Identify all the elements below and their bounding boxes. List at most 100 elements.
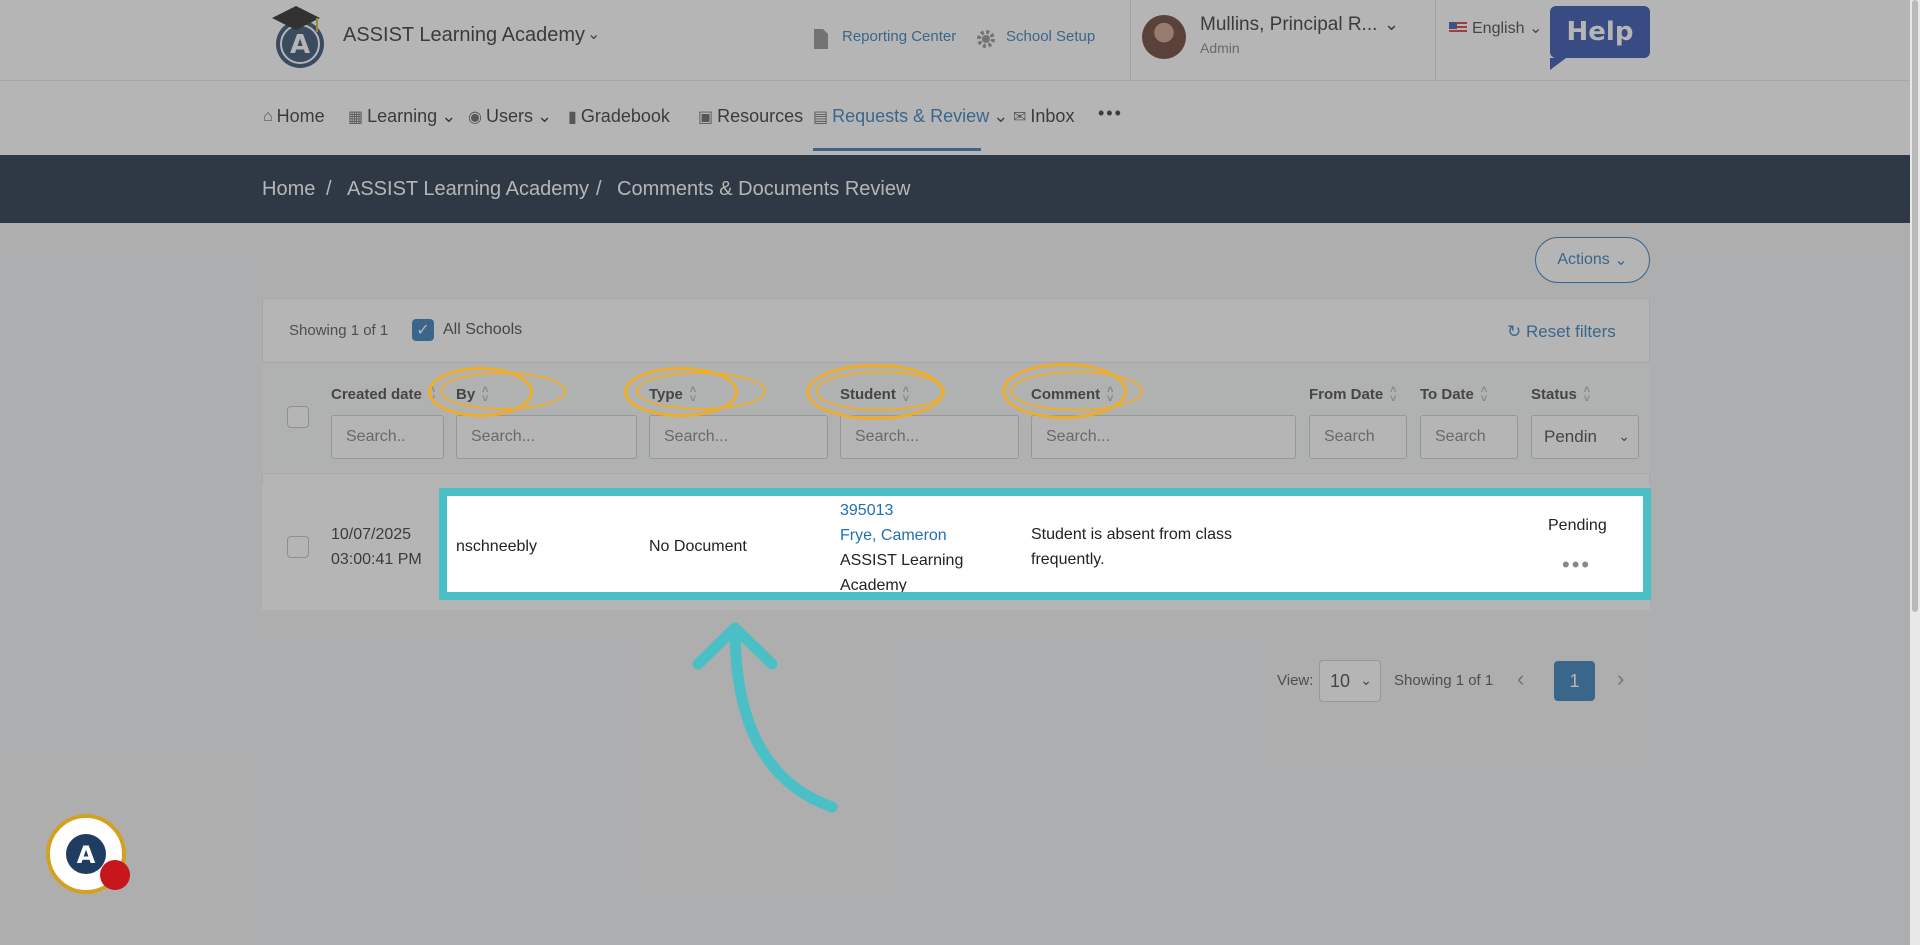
breadcrumb-home[interactable]: Home: [262, 178, 315, 201]
reset-filters-label: Reset filters: [1525, 322, 1616, 341]
to-date-search-input[interactable]: [1420, 415, 1518, 459]
notification-dot: [100, 860, 130, 890]
nav-home[interactable]: ⌂ Home: [263, 106, 325, 127]
chevron-down-icon: ⌄: [1618, 428, 1630, 444]
header-divider: [1435, 0, 1436, 80]
breadcrumb-school[interactable]: ASSIST Learning Academy: [347, 178, 589, 201]
clipboard-icon: ▤: [813, 108, 829, 126]
nav-gradebook-label: Gradebook: [580, 106, 670, 126]
gear-icon[interactable]: [974, 27, 998, 56]
tutorial-arrow-icon: [692, 622, 838, 813]
chevron-left-icon[interactable]: ‹: [1517, 666, 1524, 692]
reset-icon: ↻: [1507, 322, 1522, 341]
reset-filters-button[interactable]: ↻ Reset filters: [1507, 322, 1616, 342]
svg-text:A: A: [290, 30, 310, 60]
svg-text:A: A: [77, 841, 96, 869]
student-search-input[interactable]: [840, 415, 1019, 459]
reporting-center-link[interactable]: Reporting Center: [842, 28, 956, 45]
nav-learning[interactable]: ▦ Learning ⌄: [348, 106, 456, 127]
breadcrumb-separator: /: [596, 178, 602, 200]
sort-icon[interactable]: ˄ ˅: [1477, 385, 1491, 405]
nav-gradebook[interactable]: ▮ Gradebook: [568, 106, 670, 127]
chevron-down-icon: ⌄: [441, 106, 457, 126]
column-to-date-label: To Date: [1420, 386, 1474, 403]
avatar[interactable]: [1142, 15, 1186, 59]
school-setup-link[interactable]: School Setup: [1006, 28, 1095, 45]
created-date-cell: 10/07/2025 03:00:41 PM: [331, 522, 422, 572]
all-schools-checkbox[interactable]: ✓: [412, 319, 434, 341]
page-size-value: 10: [1330, 670, 1351, 691]
home-icon: ⌂: [263, 107, 273, 125]
user-name[interactable]: Mullins, Principal R...: [1200, 14, 1377, 36]
row-highlight-box: [439, 488, 1651, 600]
user-role: Admin: [1200, 40, 1240, 56]
nav-resources-label: Resources: [717, 106, 804, 126]
created-date: 10/07/2025: [331, 526, 412, 543]
nav-users[interactable]: ◉ Users ⌄: [468, 106, 552, 127]
status-filter-value: Pendin: [1544, 427, 1597, 446]
scrollbar-thumb[interactable]: [1912, 0, 1918, 612]
sort-icon[interactable]: ˄ ˅: [1580, 385, 1594, 405]
monitor-icon: ▣: [698, 108, 714, 126]
document-icon[interactable]: [812, 28, 830, 55]
sort-icon[interactable]: ˄ ˅: [1386, 385, 1400, 405]
column-from-date-label: From Date: [1309, 386, 1384, 403]
from-date-search-input[interactable]: [1309, 415, 1407, 459]
nav-more-button[interactable]: •••: [1098, 103, 1123, 124]
user-icon: ◉: [468, 108, 482, 126]
header-divider: [1130, 0, 1131, 80]
column-created-date-label: Created date: [331, 386, 422, 403]
nav-active-indicator: [813, 148, 981, 151]
breadcrumb-separator: /: [326, 178, 332, 200]
chevron-down-icon: ⌄: [1360, 672, 1372, 688]
comment-search-input[interactable]: [1031, 415, 1296, 459]
chevron-down-icon: ⌄: [536, 106, 553, 126]
actions-button[interactable]: Actions ⌄: [1535, 237, 1650, 283]
pagination-showing: Showing 1 of 1: [1394, 672, 1494, 689]
nav-resources[interactable]: ▣ Resources: [698, 106, 803, 127]
school-selector-label[interactable]: ASSIST Learning Academy: [343, 24, 585, 47]
highlight-ring-student-2: [815, 371, 945, 411]
column-status-label: Status: [1531, 386, 1577, 403]
chevron-down-icon[interactable]: ⌄: [587, 24, 600, 44]
nav-requests-review-label: Requests & Review: [832, 106, 990, 126]
chevron-down-icon[interactable]: ⌄: [1384, 14, 1399, 35]
highlight-ring-type-2: [636, 372, 766, 410]
chevron-down-icon: ⌄: [1614, 252, 1628, 269]
language-selector[interactable]: English ⌄: [1449, 18, 1542, 38]
showing-count: Showing 1 of 1: [289, 322, 389, 339]
grid-icon: ▦: [348, 108, 364, 126]
created-date-search-input[interactable]: [331, 415, 444, 459]
chevron-right-icon[interactable]: ›: [1617, 666, 1624, 692]
mail-icon: ✉: [1013, 108, 1027, 126]
page-title: Comments & Documents Review: [617, 178, 911, 200]
column-to-date[interactable]: To Date ˄ ˅: [1420, 385, 1491, 405]
row-checkbox[interactable]: [287, 536, 309, 558]
book-icon: ▮: [568, 108, 577, 126]
highlight-ring-by-2: [440, 372, 566, 410]
actions-label: Actions: [1557, 251, 1610, 268]
view-label: View:: [1277, 672, 1314, 689]
status-filter-select[interactable]: Pendin ⌄: [1531, 415, 1639, 459]
all-schools-label: All Schools: [443, 321, 523, 338]
nav-inbox-label: Inbox: [1030, 106, 1075, 126]
column-created-date[interactable]: Created date ˄ ˅: [331, 385, 439, 405]
nav-home-label: Home: [276, 106, 325, 126]
nav-requests-review[interactable]: ▤ Requests & Review ⌄: [813, 106, 1008, 127]
help-button[interactable]: Help: [1550, 6, 1650, 70]
created-time: 03:00:41 PM: [331, 551, 422, 568]
nav-inbox[interactable]: ✉ Inbox: [1013, 106, 1074, 127]
us-flag-icon: [1449, 22, 1467, 34]
page-size-select[interactable]: 10 ⌄: [1319, 660, 1381, 702]
nav-learning-label: Learning: [367, 106, 438, 126]
column-from-date[interactable]: From Date ˄ ˅: [1309, 385, 1400, 405]
nav-users-label: Users: [485, 106, 533, 126]
column-status[interactable]: Status ˄ ˅: [1531, 385, 1594, 405]
school-logo-icon[interactable]: A: [262, 2, 332, 72]
page-button-1[interactable]: 1: [1554, 661, 1595, 701]
select-all-checkbox[interactable]: [287, 406, 309, 428]
type-search-input[interactable]: [649, 415, 828, 459]
chevron-down-icon: ⌄: [1528, 20, 1543, 37]
language-label: English: [1472, 20, 1525, 37]
by-search-input[interactable]: [456, 415, 637, 459]
